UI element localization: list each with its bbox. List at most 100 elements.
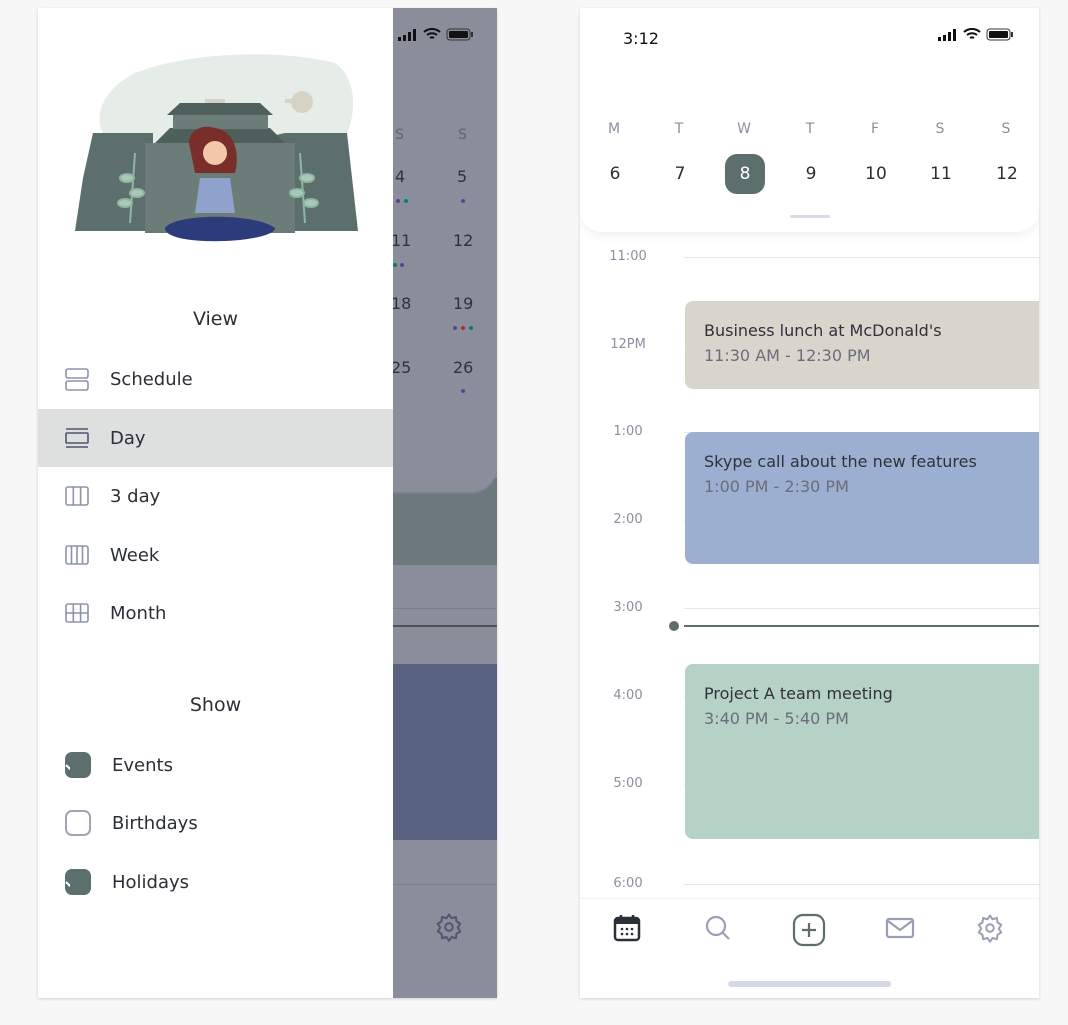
event-dot	[404, 199, 408, 203]
event-dot	[400, 263, 404, 267]
calendar-icon[interactable]	[613, 913, 641, 943]
hour-label: 12PM	[610, 337, 646, 352]
hour-label: 4:00	[613, 688, 643, 703]
navigation-drawer: View Schedule Day 3 day Week Month Show …	[38, 8, 393, 998]
date-cell[interactable]: 5	[457, 167, 467, 186]
event-dot	[393, 263, 397, 267]
weekday-label: T	[674, 121, 684, 137]
dow-label: S	[395, 127, 404, 143]
show-birthdays-checkbox[interactable]: Birthdays	[38, 794, 393, 852]
checkbox-checked[interactable]	[65, 869, 91, 895]
status-icons	[938, 28, 1014, 41]
divider	[393, 608, 497, 609]
view-item-schedule[interactable]: Schedule	[38, 350, 393, 408]
meditation-illustration	[75, 54, 358, 242]
settings-icon[interactable]	[434, 912, 464, 942]
view-item-day[interactable]: Day	[38, 409, 393, 467]
dow-label: S	[458, 127, 467, 143]
date-cell[interactable]: 4	[395, 167, 405, 186]
event-dot	[396, 199, 400, 203]
day-icon	[65, 428, 89, 448]
current-time-dot	[669, 621, 679, 631]
current-time-line	[684, 625, 1039, 627]
settings-icon[interactable]	[975, 913, 1005, 943]
view-section-title: View	[192, 308, 239, 330]
search-icon[interactable]	[704, 913, 732, 943]
divider	[393, 884, 497, 885]
week-icon	[65, 545, 89, 565]
show-item-label: Events	[112, 754, 173, 776]
left-phone-screen: S S 4 5 11 12 18 19 25 26 View Schedule …	[38, 8, 497, 998]
date-cell[interactable]: 25	[391, 358, 411, 377]
week-header: 3:12 M 6 T 7 W 8 T 9 F 10 S 11 S 12	[580, 8, 1039, 232]
event-block[interactable]	[393, 664, 497, 840]
hour-gridline	[684, 257, 1039, 258]
home-indicator	[728, 981, 891, 987]
date-button[interactable]: 7	[660, 154, 700, 194]
weekday-label: M	[607, 121, 621, 137]
status-icons	[398, 28, 474, 41]
right-phone-screen: 3:12 M 6 T 7 W 8 T 9 F 10 S 11 S 12 11:00 12PM 1:00 2:00…	[580, 8, 1039, 998]
date-cell[interactable]: 12	[453, 231, 473, 250]
event-card[interactable]: Project A team meeting 3:40 PM - 5:40 PM	[685, 664, 1039, 839]
month-icon	[65, 603, 89, 623]
overlay-month-card	[393, 8, 497, 492]
show-item-label: Birthdays	[112, 812, 198, 834]
event-dot	[461, 326, 465, 330]
view-item-3-day[interactable]: 3 day	[38, 467, 393, 525]
weekday-label: S	[935, 121, 945, 137]
tab-bar	[580, 898, 1039, 998]
event-time: 11:30 AM - 12:30 PM	[704, 346, 871, 365]
three-day-icon	[65, 486, 89, 506]
hour-label: 3:00	[613, 600, 643, 615]
date-cell[interactable]: 18	[391, 294, 411, 313]
view-item-label: Day	[110, 427, 146, 449]
event-dot	[453, 326, 457, 330]
add-icon[interactable]	[792, 913, 826, 947]
wifi-icon	[963, 28, 981, 39]
show-section-title: Show	[189, 694, 242, 716]
current-time-line	[393, 625, 497, 627]
hour-label: 11:00	[609, 249, 647, 264]
date-button[interactable]: 11	[921, 154, 961, 194]
wifi-icon	[423, 28, 441, 39]
date-button[interactable]: 12	[987, 154, 1027, 194]
mail-icon[interactable]	[885, 913, 915, 943]
drag-handle[interactable]	[790, 215, 830, 218]
hour-gridline	[684, 884, 1039, 885]
weekday-label: F	[870, 121, 880, 137]
date-button[interactable]: 6	[595, 154, 635, 194]
view-item-label: 3 day	[110, 485, 161, 507]
checkbox-unchecked[interactable]	[65, 810, 91, 836]
view-item-month[interactable]: Month	[38, 584, 393, 642]
date-cell[interactable]: 19	[453, 294, 473, 313]
event-title: Skype call about the new features	[704, 452, 977, 471]
event-dot	[461, 199, 465, 203]
hour-label: 5:00	[613, 776, 643, 791]
event-card[interactable]: Business lunch at McDonald's 11:30 AM - 1…	[685, 301, 1039, 389]
dimmed-month-view[interactable]: S S 4 5 11 12 18 19 25 26	[391, 8, 497, 998]
event-title: Business lunch at McDonald's	[704, 321, 942, 340]
status-time: 3:12	[623, 29, 659, 48]
show-holidays-checkbox[interactable]: Holidays	[38, 853, 393, 911]
date-button[interactable]: 10	[856, 154, 896, 194]
schedule-icon	[65, 368, 89, 391]
checkbox-checked[interactable]	[65, 752, 91, 778]
signal-icon	[938, 28, 956, 41]
event-dot	[461, 389, 465, 393]
weekday-label: T	[805, 121, 815, 137]
hour-gridline	[684, 608, 1039, 609]
signal-icon	[398, 28, 416, 41]
date-button[interactable]: 9	[791, 154, 831, 194]
view-item-week[interactable]: Week	[38, 526, 393, 584]
date-button[interactable]: 8	[725, 154, 765, 194]
event-card[interactable]: Skype call about the new features 1:00 PM…	[685, 432, 1039, 564]
view-item-label: Month	[110, 602, 167, 624]
show-events-checkbox[interactable]: Events	[38, 736, 393, 794]
battery-icon	[986, 28, 1013, 41]
event-time: 3:40 PM - 5:40 PM	[704, 709, 849, 728]
date-cell[interactable]: 26	[453, 358, 473, 377]
event-title: Project A team meeting	[704, 684, 893, 703]
event-dot	[469, 326, 473, 330]
date-cell[interactable]: 11	[391, 231, 411, 250]
